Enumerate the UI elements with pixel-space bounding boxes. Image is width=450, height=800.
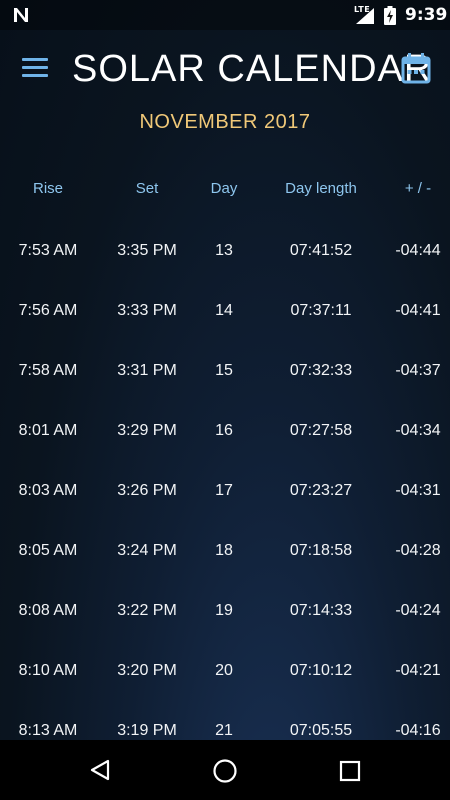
- hamburger-menu-icon[interactable]: [19, 56, 51, 80]
- home-circle-icon[interactable]: [212, 758, 238, 784]
- sunrise-time: 7:56 AM: [18, 302, 78, 319]
- column-header-day-length: Day length: [285, 180, 357, 197]
- sunrise-time: 8:03 AM: [18, 482, 78, 499]
- status-bar: LTE 9:39: [0, 0, 450, 30]
- day-length-change: -04:31: [395, 482, 441, 499]
- n-notification-icon: [14, 8, 28, 22]
- day-length: 07:18:58: [289, 542, 353, 559]
- table-row[interactable]: 8:08 AM 3:22 PM 19 07:14:33 -04:24: [0, 582, 450, 642]
- day-number: 16: [215, 422, 233, 439]
- table-row[interactable]: 7:53 AM 3:35 PM 13 07:41:52 -04:44: [0, 222, 450, 282]
- day-number: 13: [215, 242, 233, 259]
- sunrise-time: 8:08 AM: [18, 602, 78, 619]
- table-row[interactable]: 7:56 AM 3:33 PM 14 07:37:11 -04:41: [0, 282, 450, 342]
- day-number: 21: [215, 722, 233, 739]
- sunset-time: 3:35 PM: [117, 242, 177, 259]
- back-triangle-icon[interactable]: [88, 758, 112, 782]
- sunrise-time: 8:05 AM: [18, 542, 78, 559]
- sunset-time: 3:19 PM: [117, 722, 177, 739]
- table-row[interactable]: 7:58 AM 3:31 PM 15 07:32:33 -04:37: [0, 342, 450, 402]
- sunrise-time: 8:13 AM: [18, 722, 78, 739]
- sunset-time: 3:20 PM: [117, 662, 177, 679]
- sunrise-time: 8:01 AM: [18, 422, 78, 439]
- table-row[interactable]: 8:10 AM 3:20 PM 20 07:10:12 -04:21: [0, 642, 450, 702]
- day-length-change: -04:28: [395, 542, 441, 559]
- day-length-change: -04:24: [395, 602, 441, 619]
- table-header: Rise Set Day Day length + / -: [0, 180, 450, 204]
- day-length-change: -04:37: [395, 362, 441, 379]
- day-number: 18: [215, 542, 233, 559]
- menu-line: [22, 66, 48, 69]
- sunrise-time: 7:58 AM: [18, 362, 78, 379]
- navigation-bar: [0, 740, 450, 800]
- menu-line: [22, 74, 48, 77]
- day-number: 14: [215, 302, 233, 319]
- day-length-change: -04:41: [395, 302, 441, 319]
- month-label[interactable]: NOVEMBER 2017: [0, 111, 450, 134]
- sunset-time: 3:24 PM: [117, 542, 177, 559]
- column-header-rise: Rise: [32, 180, 63, 197]
- column-header-day: Day: [210, 180, 238, 197]
- day-length: 07:37:11: [290, 302, 352, 319]
- sunrise-time: 7:53 AM: [18, 242, 78, 259]
- recents-square-icon[interactable]: [339, 760, 361, 782]
- sunset-time: 3:26 PM: [117, 482, 177, 499]
- table-row[interactable]: 8:03 AM 3:26 PM 17 07:23:27 -04:31: [0, 462, 450, 522]
- sunset-time: 3:22 PM: [117, 602, 177, 619]
- day-number: 19: [215, 602, 233, 619]
- day-length: 07:14:33: [289, 602, 353, 619]
- table-row[interactable]: 8:05 AM 3:24 PM 18 07:18:58 -04:28: [0, 522, 450, 582]
- status-time: 9:39: [405, 5, 448, 25]
- day-number: 17: [215, 482, 233, 499]
- sunset-time: 3:33 PM: [117, 302, 177, 319]
- day-length-change: -04:34: [395, 422, 441, 439]
- column-header-set: Set: [135, 180, 159, 197]
- signal-strength-icon: [356, 8, 374, 24]
- app-title: SOLAR CALENDAR: [72, 48, 433, 90]
- app-screen: LTE 9:39 SOLAR CALENDAR NOVEMBER 2017 Ri…: [0, 0, 450, 800]
- table-row[interactable]: 8:01 AM 3:29 PM 16 07:27:58 -04:34: [0, 402, 450, 462]
- sunrise-time: 8:10 AM: [18, 662, 78, 679]
- solar-table: 7:53 AM 3:35 PM 13 07:41:52 -04:44 7:56 …: [0, 222, 450, 762]
- day-length-change: -04:16: [395, 722, 441, 739]
- day-length-change: -04:21: [395, 662, 441, 679]
- day-number: 15: [215, 362, 233, 379]
- day-length: 07:10:12: [289, 662, 353, 679]
- day-length: 07:32:33: [289, 362, 353, 379]
- day-length: 07:27:58: [289, 422, 353, 439]
- menu-line: [22, 58, 48, 61]
- day-length-change: -04:44: [395, 242, 441, 259]
- calendar-icon[interactable]: [399, 51, 433, 85]
- sunset-time: 3:29 PM: [117, 422, 177, 439]
- day-length: 07:23:27: [289, 482, 353, 499]
- day-length: 07:41:52: [289, 242, 353, 259]
- column-header-difference: + / -: [404, 180, 432, 197]
- day-number: 20: [215, 662, 233, 679]
- sunset-time: 3:31 PM: [117, 362, 177, 379]
- day-length: 07:05:55: [289, 722, 353, 739]
- battery-charging-icon: [384, 6, 396, 25]
